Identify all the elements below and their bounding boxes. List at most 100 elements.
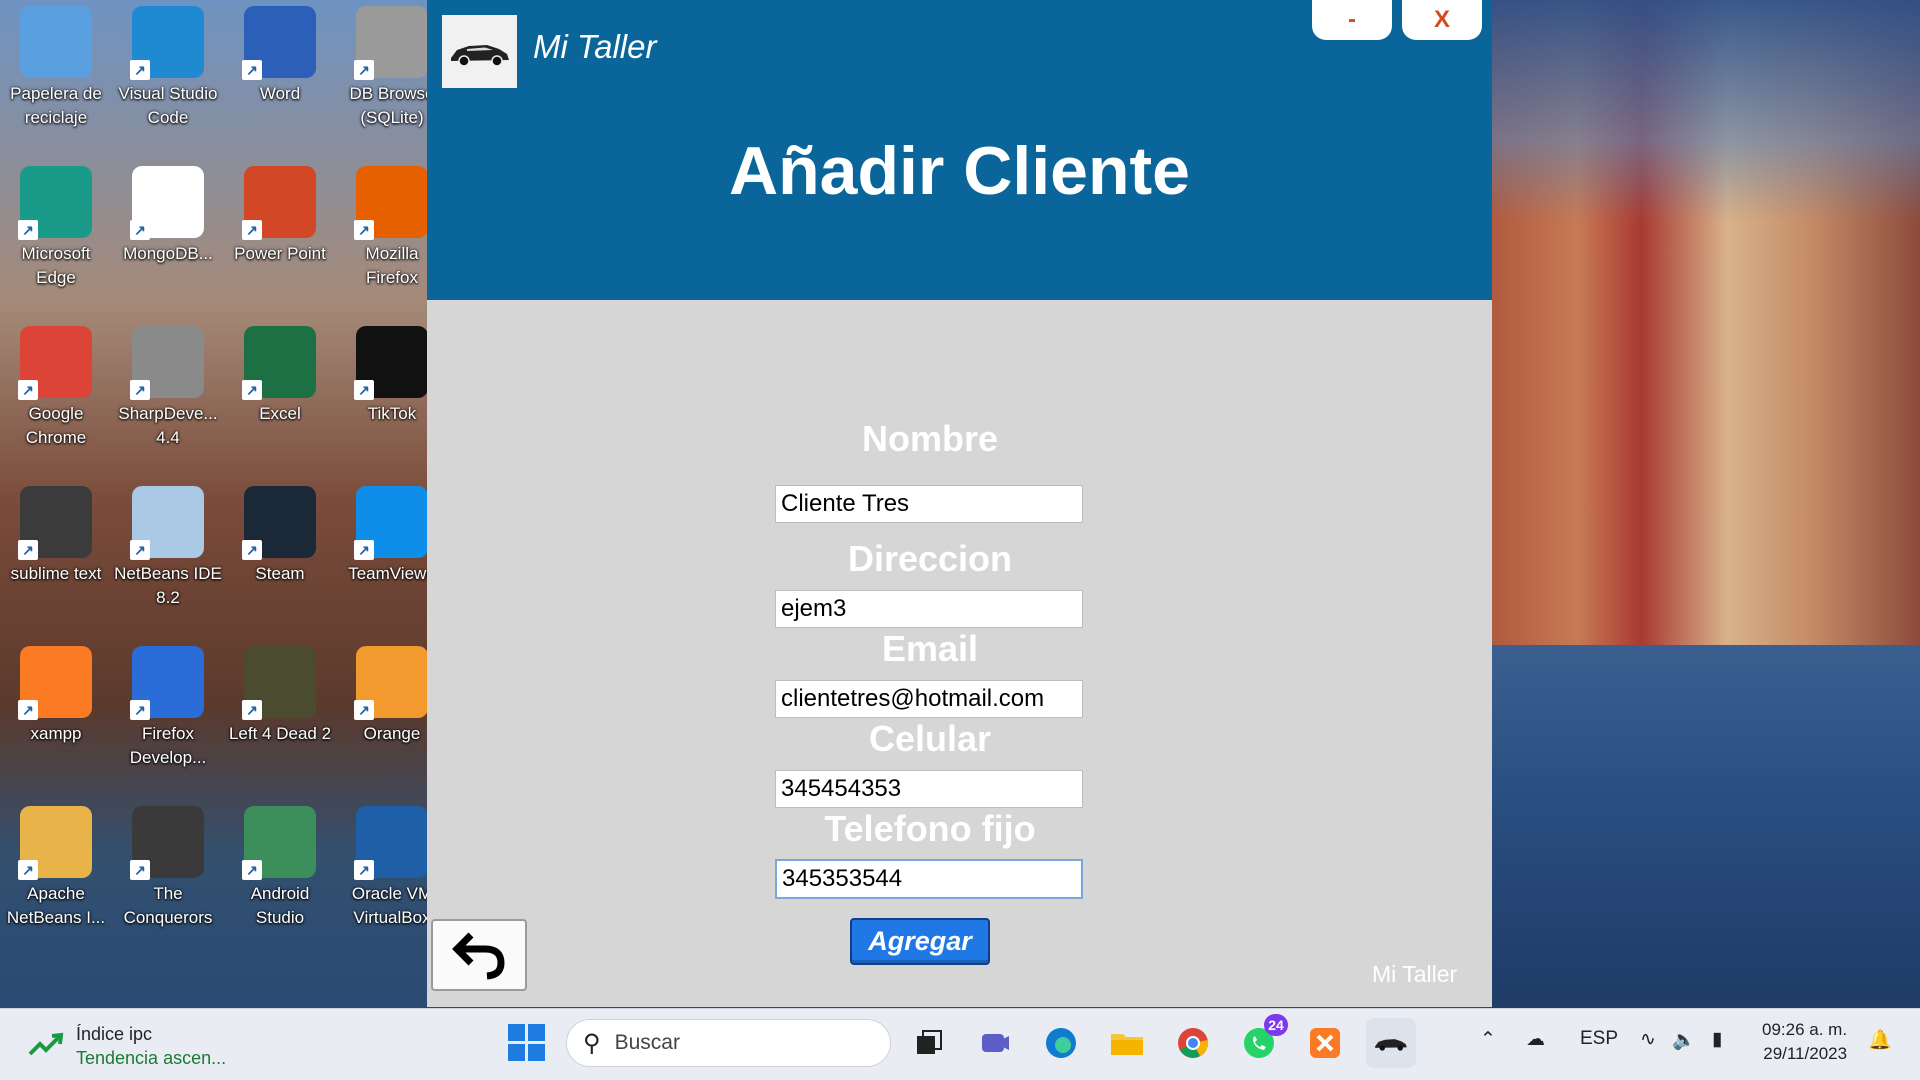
desktop-shortcut-label: Steam xyxy=(255,564,305,583)
shortcut-arrow-icon: ↗ xyxy=(242,60,262,80)
minimize-button[interactable]: - xyxy=(1312,0,1392,40)
wifi-icon[interactable]: ∿ xyxy=(1640,1028,1656,1051)
nombre-label: Nombre xyxy=(861,418,999,459)
desktop-shortcut-label: Power Point xyxy=(234,244,326,263)
desktop-shortcut[interactable]: ↗ Google Chrome xyxy=(0,320,112,450)
back-button[interactable] xyxy=(431,919,527,991)
virtualbox-icon: ↗ xyxy=(354,806,428,880)
desktop-shortcut-label: Apache NetBeans I... xyxy=(6,884,106,927)
notification-bell-icon[interactable]: 🔔 xyxy=(1868,1028,1892,1052)
edge-icon[interactable] xyxy=(1036,1018,1086,1068)
trend-up-icon xyxy=(28,1032,64,1060)
file-explorer-icon[interactable] xyxy=(1102,1018,1152,1068)
desktop-shortcut[interactable]: ↗ Apache NetBeans I... xyxy=(0,800,112,930)
shortcut-arrow-icon: ↗ xyxy=(354,700,374,720)
task-view-icon[interactable] xyxy=(904,1018,954,1068)
desktop-shortcut-label: Android Studio xyxy=(250,884,310,927)
desktop-shortcut-label: NetBeans IDE 8.2 xyxy=(114,564,222,607)
taskbar-search[interactable]: ⚲ Buscar xyxy=(566,1019,891,1067)
app-title: Mi Taller xyxy=(533,28,657,65)
windows-start-icon[interactable] xyxy=(508,1024,546,1062)
language-indicator[interactable]: ESP xyxy=(1580,1028,1618,1050)
desktop-shortcut-label: Excel xyxy=(259,404,301,423)
shortcut-arrow-icon: ↗ xyxy=(18,220,38,240)
email-label: Email xyxy=(881,628,979,669)
celular-field[interactable] xyxy=(775,770,1083,808)
chevron-up-icon[interactable]: ⌃ xyxy=(1480,1028,1496,1051)
shortcut-arrow-icon: ↗ xyxy=(18,540,38,560)
teams-icon[interactable] xyxy=(970,1018,1020,1068)
desktop-shortcut-label: MongoDB... xyxy=(123,244,213,263)
telefono-fijo-field[interactable] xyxy=(775,859,1083,899)
recycle-bin-icon xyxy=(20,6,92,78)
xampp-icon: ↗ xyxy=(18,646,92,720)
whatsapp-icon[interactable]: 24 xyxy=(1234,1014,1288,1068)
mongodb-icon: ↗ xyxy=(130,166,204,240)
desktop-shortcut[interactable]: ↗ Microsoft Edge xyxy=(0,160,112,290)
search-placeholder: Buscar xyxy=(614,1031,680,1054)
desktop-shortcut[interactable]: ↗ SharpDeve... 4.4 xyxy=(112,320,224,450)
desktop-shortcut[interactable]: ↗ MongoDB... xyxy=(112,160,224,266)
desktop-shortcut[interactable]: ↗ Visual Studio Code xyxy=(112,0,224,130)
excel-icon: ↗ xyxy=(242,326,316,400)
weather-widget[interactable]: Índice ipc Tendencia ascen... xyxy=(28,1022,226,1070)
desktop-shortcut-label: The Conquerors xyxy=(123,884,213,927)
desktop-shortcut[interactable]: ↗ Excel xyxy=(224,320,336,426)
android-studio-icon: ↗ xyxy=(242,806,316,880)
chrome-icon[interactable] xyxy=(1168,1018,1218,1068)
app-header: Mi Taller - X Añadir Cliente xyxy=(427,0,1492,300)
desktop-shortcut[interactable]: ↗ sublime text xyxy=(0,480,112,586)
chrome-icon: ↗ xyxy=(18,326,92,400)
system-clock[interactable]: 09:26 a. m. 29/11/2023 xyxy=(1762,1018,1847,1066)
shortcut-arrow-icon: ↗ xyxy=(130,860,150,880)
shortcut-arrow-icon: ↗ xyxy=(130,380,150,400)
powerpoint-icon: ↗ xyxy=(242,166,316,240)
shortcut-arrow-icon: ↗ xyxy=(130,220,150,240)
word-icon: ↗ xyxy=(242,6,316,80)
nombre-field[interactable] xyxy=(775,485,1083,523)
desktop-shortcut[interactable]: ↗ xampp xyxy=(0,640,112,746)
left4dead-icon: ↗ xyxy=(242,646,316,720)
car-logo-icon xyxy=(442,15,517,88)
desktop-shortcut[interactable]: ↗ Android Studio xyxy=(224,800,336,930)
desktop-shortcut[interactable]: Papelera de reciclaje xyxy=(0,0,112,130)
onedrive-error-icon[interactable]: ☁ xyxy=(1526,1028,1545,1051)
shortcut-arrow-icon: ↗ xyxy=(354,540,374,560)
desktop-shortcut-label: Papelera de reciclaje xyxy=(10,84,102,127)
desktop-icon-grid: Papelera de reciclaje ↗ Visual Studio Code… xyxy=(0,0,436,1008)
desktop-shortcut-label: SharpDeve... 4.4 xyxy=(118,404,218,447)
email-field[interactable] xyxy=(775,680,1083,718)
desktop-shortcut[interactable]: ↗ Power Point xyxy=(224,160,336,266)
teamviewer-icon: ↗ xyxy=(354,486,428,560)
wallpaper-right xyxy=(1492,0,1920,1008)
search-icon: ⚲ xyxy=(583,1029,601,1057)
desktop-shortcut-label: Word xyxy=(259,84,301,103)
desktop-shortcut[interactable]: ↗ The Conquerors xyxy=(112,800,224,930)
desktop-shortcut-label: Left 4 Dead 2 xyxy=(228,724,332,743)
volume-icon[interactable]: 🔈 xyxy=(1672,1028,1696,1052)
desktop-shortcut[interactable]: ↗ Firefox Develop... xyxy=(112,640,224,770)
shortcut-arrow-icon: ↗ xyxy=(130,700,150,720)
desktop-shortcut[interactable]: ↗ Word xyxy=(224,0,336,106)
vscode-icon: ↗ xyxy=(130,6,204,80)
desktop-shortcut[interactable]: ↗ NetBeans IDE 8.2 xyxy=(112,480,224,610)
battery-icon[interactable]: ▮ xyxy=(1712,1028,1722,1051)
shortcut-arrow-icon: ↗ xyxy=(242,860,262,880)
shortcut-arrow-icon: ↗ xyxy=(354,380,374,400)
edge-icon: ↗ xyxy=(18,166,92,240)
clock-time: 09:26 a. m. xyxy=(1762,1020,1848,1039)
firefox-icon: ↗ xyxy=(354,166,428,240)
close-button[interactable]: X xyxy=(1402,0,1482,40)
desktop-shortcut[interactable]: ↗ Steam xyxy=(224,480,336,586)
firefox-dev-icon: ↗ xyxy=(130,646,204,720)
desktop-shortcut-label: xampp xyxy=(30,724,82,743)
mi-taller-taskbar-icon[interactable] xyxy=(1366,1018,1416,1068)
shortcut-arrow-icon: ↗ xyxy=(18,380,38,400)
shortcut-arrow-icon: ↗ xyxy=(18,700,38,720)
celular-label: Celular xyxy=(868,718,992,759)
agregar-button[interactable]: Agregar xyxy=(850,918,990,965)
direccion-field[interactable] xyxy=(775,590,1083,628)
desktop-shortcut[interactable]: ↗ Left 4 Dead 2 xyxy=(224,640,336,746)
xampp-icon[interactable] xyxy=(1300,1018,1350,1068)
page-title: Añadir Cliente xyxy=(729,133,1190,209)
